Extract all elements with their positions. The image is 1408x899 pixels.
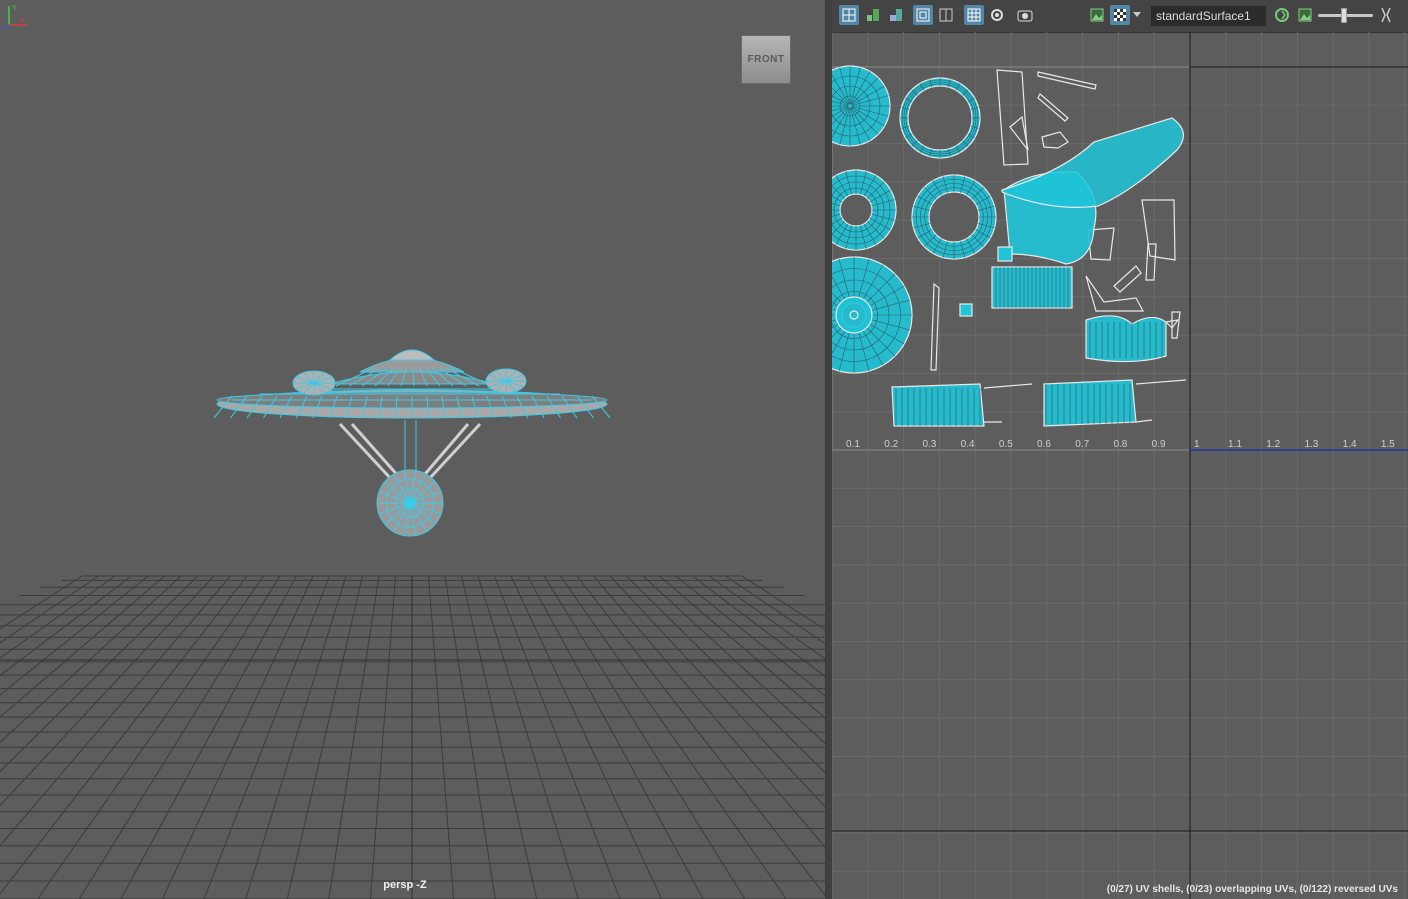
camera-label: persp -Z (383, 879, 427, 891)
ground-grid (0, 575, 826, 899)
u-tick-label: 1.5 (1381, 439, 1395, 450)
wireframe-icon[interactable] (913, 5, 933, 25)
u-tick-label: 1.4 (1343, 439, 1357, 450)
u-tick-label: 0.9 (1152, 439, 1166, 450)
u-tick-label: 0.7 (1075, 439, 1089, 450)
uv-shell-icon[interactable] (839, 5, 859, 25)
u-tick-label: 1 (1194, 439, 1200, 450)
x-axis-label: X (20, 18, 25, 25)
checker-icon[interactable] (1110, 5, 1130, 25)
u-tick-label: 0.4 (961, 439, 975, 450)
axis-indicator-icon: Y X (2, 5, 27, 29)
enterprise-model[interactable] (213, 349, 611, 537)
viewcube-label: FRONT (747, 54, 785, 65)
exposure-slider-handle[interactable] (1341, 8, 1347, 23)
texture-tile-icon[interactable] (886, 5, 906, 25)
update-psd-icon[interactable] (1272, 5, 1292, 25)
u-tick-label: 0.5 (999, 439, 1013, 450)
u-tick-label: 1.3 (1304, 439, 1318, 450)
u-tick-label: 0.2 (884, 439, 898, 450)
gamma-icon[interactable] (1378, 5, 1394, 25)
snapshot-icon[interactable] (1015, 5, 1035, 25)
pixel-snap-icon[interactable] (987, 5, 1007, 25)
shaded-icon[interactable] (936, 5, 956, 25)
uv-shells (832, 65, 1187, 427)
uv-toolbar: standardSurface1 (832, 0, 1408, 33)
viewcube[interactable]: FRONT (741, 35, 791, 84)
u-tick-label: 0.6 (1037, 439, 1051, 450)
y-axis-label: Y (12, 5, 17, 12)
viewport-scene[interactable] (0, 0, 826, 899)
grid-icon[interactable] (964, 5, 984, 25)
image-display-icon[interactable] (1087, 5, 1107, 25)
dropdown-arrow-icon[interactable] (1130, 5, 1144, 25)
u-tick-label: 0.8 (1113, 439, 1127, 450)
u-tick-label: 1.2 (1266, 439, 1280, 450)
distortion-icon[interactable] (863, 5, 883, 25)
u-axis-ticks: 0.1 0.2 0.3 0.4 0.5 0.6 0.7 0.8 0.9 1 1.1 1.2 1.3 1.4… (846, 439, 1395, 450)
uv-status-text: (0/27) UV shells, (0/23) overlapping UVs… (1106, 884, 1398, 895)
u-tick-label: 0.3 (922, 439, 936, 450)
uv-canvas[interactable]: 0.1 0.2 0.3 0.4 0.5 0.6 0.7 0.8 0.9 1 1.1 1.2 1.3 1.4… (832, 32, 1408, 899)
u-tick-label: 1.1 (1228, 439, 1242, 450)
uv-editor-panel[interactable]: standardSurface1 0.1 0.2 0.3 0.4 0.5 0.6 0.7 0.… (832, 0, 1408, 899)
shader-name-field[interactable]: standardSurface1 (1151, 6, 1266, 26)
photo-icon[interactable] (1295, 5, 1315, 25)
u-tick-label: 0.1 (846, 439, 860, 450)
perspective-viewport[interactable]: FRONT Y X persp -Z (0, 0, 826, 899)
